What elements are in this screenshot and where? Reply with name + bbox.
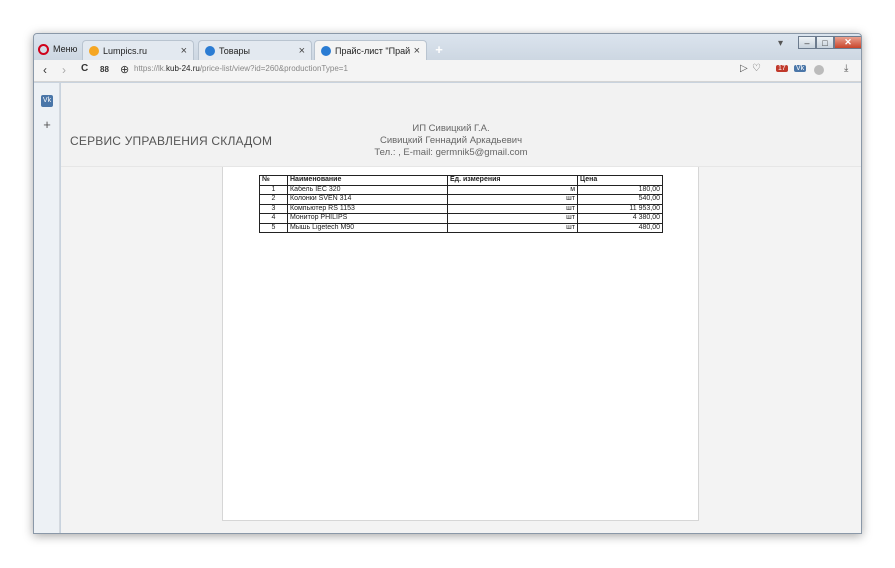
- cell-number: 5: [259, 222, 288, 233]
- cell-name: Колонки SVEN 314: [287, 194, 448, 205]
- close-tab-icon[interactable]: ×: [299, 45, 305, 57]
- col-number: №: [259, 175, 288, 186]
- speed-dial-icon[interactable]: 88: [100, 65, 109, 74]
- table-row: 1 Кабель IEC 320 м 180,00: [259, 184, 663, 195]
- cell-name: Мышь Ligetech M90: [287, 222, 448, 233]
- tab-bar: Меню Lumpics.ru × Товары × Прайс-лист "П…: [34, 34, 861, 60]
- sidebar: Vk +: [34, 83, 60, 533]
- col-price: Цена: [577, 175, 663, 186]
- url-field[interactable]: https://lk.kub-24.ru/price-list/view?id=…: [134, 64, 348, 73]
- browser-window: Меню Lumpics.ru × Товары × Прайс-лист "П…: [33, 33, 862, 534]
- page-content: СЕРВИС УПРАВЛЕНИЯ СКЛАДОМ ИП Сивицкий Г.…: [61, 83, 861, 533]
- cell-price: 4 380,00: [577, 213, 663, 224]
- tab-price-list[interactable]: Прайс-лист "Прайс-лист" ×: [314, 40, 427, 60]
- kub-favicon-icon: [205, 45, 215, 56]
- cell-number: 4: [259, 213, 288, 224]
- opera-logo-icon: [38, 43, 49, 55]
- cell-price: 480,00: [577, 222, 663, 233]
- cell-number: 1: [259, 184, 288, 195]
- flow-icon[interactable]: ▷: [740, 63, 748, 74]
- cell-unit: шт: [447, 222, 578, 233]
- cell-name: Монитор PHILIPS: [287, 213, 448, 224]
- cell-price: 540,00: [577, 194, 663, 205]
- table-row: 5 Мышь Ligetech M90 шт 480,00: [259, 222, 663, 233]
- table-header-row: № Наименование Ед. измерения Цена: [259, 175, 663, 186]
- site-header: СЕРВИС УПРАВЛЕНИЯ СКЛАДОМ ИП Сивицкий Г.…: [61, 83, 861, 167]
- cell-unit: шт: [447, 213, 578, 224]
- back-button[interactable]: ‹: [43, 63, 47, 77]
- contact-info: Тел.: , E-mail: germnik5@gmail.com: [374, 147, 528, 158]
- vk-extension-icon[interactable]: Vk: [794, 65, 807, 72]
- cell-name: Кабель IEC 320: [287, 184, 448, 195]
- kub-favicon-icon: [321, 45, 331, 56]
- table-row: 4 Монитор PHILIPS шт 4 380,00: [259, 213, 663, 224]
- bookmark-heart-icon[interactable]: ♡: [752, 63, 761, 74]
- address-bar: ‹ › C 88 ⊕ https://lk.kub-24.ru/price-li…: [34, 60, 861, 82]
- lumpics-favicon-icon: [89, 45, 99, 56]
- url-prefix: https://lk.: [134, 64, 167, 73]
- cell-unit: шт: [447, 194, 578, 205]
- col-unit: Ед. измерения: [447, 175, 578, 186]
- col-name: Наименование: [287, 175, 448, 186]
- tab-tovary[interactable]: Товары ×: [198, 40, 312, 60]
- tab-title: Lumpics.ru: [103, 45, 148, 56]
- download-icon[interactable]: ⤓: [844, 63, 848, 74]
- owner-full: Сивицкий Геннадий Аркадьевич: [379, 135, 523, 146]
- menu-label: Меню: [53, 44, 78, 54]
- cell-price: 11 953,00: [577, 203, 663, 214]
- tab-menu-icon[interactable]: ▾: [778, 38, 783, 49]
- extension-circle-icon[interactable]: [814, 65, 824, 75]
- url-domain: kub-24.ru: [166, 64, 200, 73]
- table-row: 3 Компьютер RS 1153 шт 11 953,00: [259, 203, 663, 214]
- maximize-button[interactable]: □: [816, 36, 834, 49]
- forward-button[interactable]: ›: [62, 63, 66, 77]
- price-table: № Наименование Ед. измерения Цена 1 Кабе…: [259, 175, 663, 233]
- close-tab-icon[interactable]: ×: [181, 45, 187, 57]
- new-tab-button[interactable]: +: [432, 43, 446, 57]
- cell-unit: м: [447, 184, 578, 195]
- add-sidebar-button[interactable]: +: [41, 117, 53, 132]
- reload-button[interactable]: C: [81, 63, 88, 74]
- tab-title: Прайс-лист "Прайс-лист": [335, 45, 410, 56]
- cell-name: Компьютер RS 1153: [287, 203, 448, 214]
- site-info-icon[interactable]: ⊕: [120, 63, 129, 76]
- minimize-button[interactable]: –: [798, 36, 816, 49]
- close-tab-icon[interactable]: ×: [414, 45, 420, 57]
- table-row: 2 Колонки SVEN 314 шт 540,00: [259, 194, 663, 205]
- extension-badge[interactable]: 17: [776, 65, 788, 72]
- site-title: СЕРВИС УПРАВЛЕНИЯ СКЛАДОМ: [70, 134, 273, 148]
- vk-sidebar-icon[interactable]: Vk: [41, 95, 53, 107]
- cell-price: 180,00: [577, 184, 663, 195]
- cell-number: 2: [259, 194, 288, 205]
- owner-short: ИП Сивицкий Г.А.: [412, 123, 490, 134]
- cell-unit: шт: [447, 203, 578, 214]
- tab-title: Товары: [219, 45, 250, 56]
- cell-number: 3: [259, 203, 288, 214]
- close-window-button[interactable]: ✕: [834, 36, 861, 49]
- opera-menu-button[interactable]: Меню: [38, 41, 77, 57]
- url-path: /price-list/view?id=260&productionType=1: [199, 64, 348, 73]
- tab-lumpics[interactable]: Lumpics.ru ×: [82, 40, 194, 60]
- window-controls: – □ ✕: [798, 36, 861, 50]
- price-list-document: № Наименование Ед. измерения Цена 1 Кабе…: [222, 167, 699, 521]
